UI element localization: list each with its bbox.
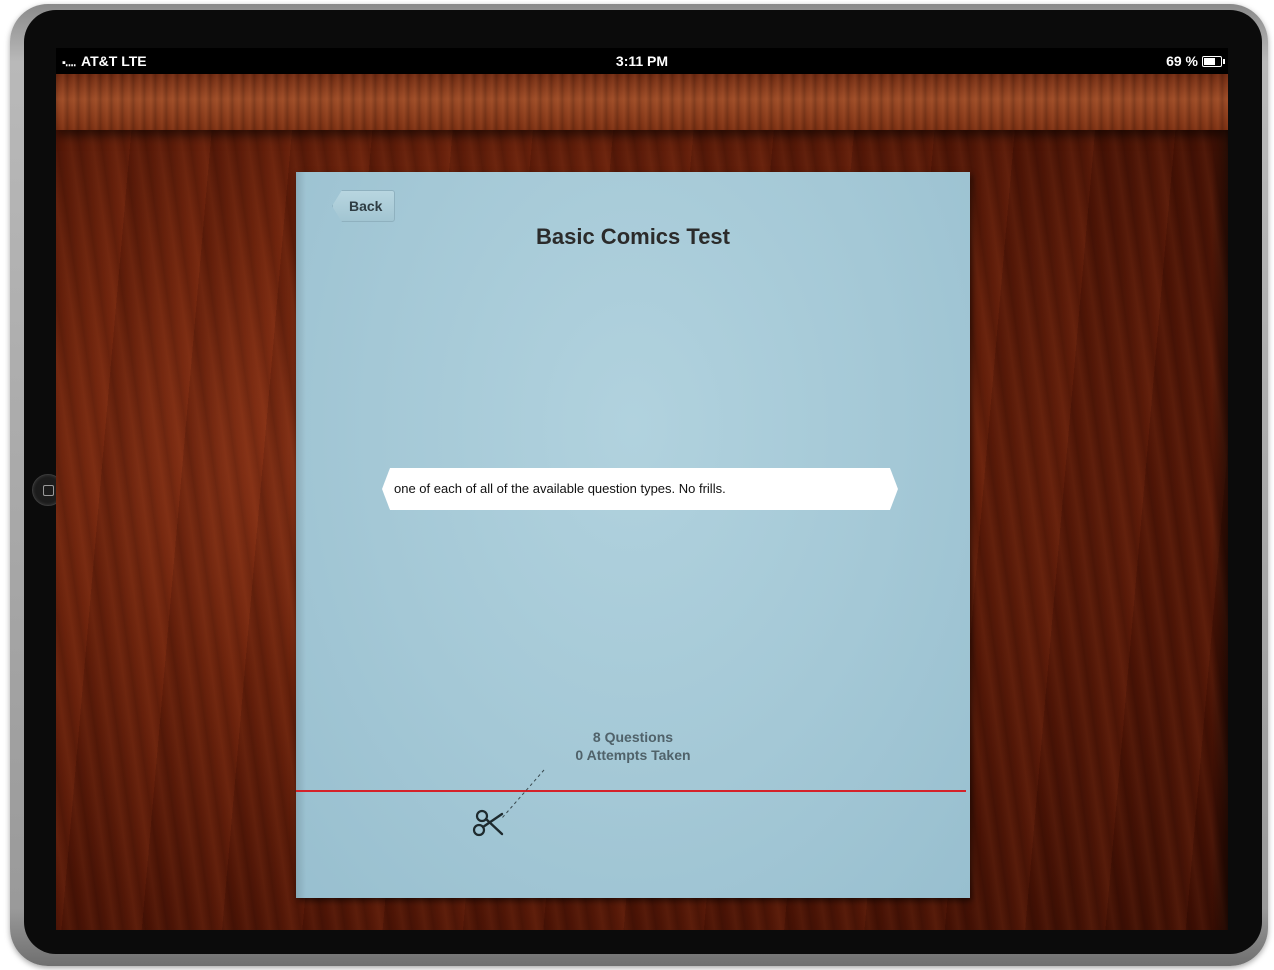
test-notebook: Back Basic Comics Test one of each of al… <box>296 172 970 898</box>
status-time: 3:11 PM <box>615 53 669 69</box>
back-button[interactable]: Back <box>332 190 396 222</box>
status-bar: ▪․․․․ AT&T LTE 3:11 PM 69 % <box>56 48 1228 74</box>
tear-line <box>296 790 966 792</box>
shelf-shadow <box>1212 130 1228 930</box>
screen: ▪․․․․ AT&T LTE 3:11 PM 69 % Back Basic C… <box>56 48 1228 930</box>
attempt-count: 0 Attempts Taken <box>575 747 691 763</box>
scissors-icon[interactable] <box>466 766 556 846</box>
page-title: Basic Comics Test <box>535 224 730 249</box>
battery-percent: 69 % <box>1166 53 1198 69</box>
test-stats: 8 Questions 0 Attempts Taken <box>296 728 970 764</box>
test-description: one of each of all of the available ques… <box>382 468 898 510</box>
wood-shelf <box>56 74 1228 130</box>
battery-status: 69 % <box>1166 53 1225 69</box>
question-count: 8 Questions <box>592 729 674 745</box>
battery-icon <box>1202 55 1225 67</box>
